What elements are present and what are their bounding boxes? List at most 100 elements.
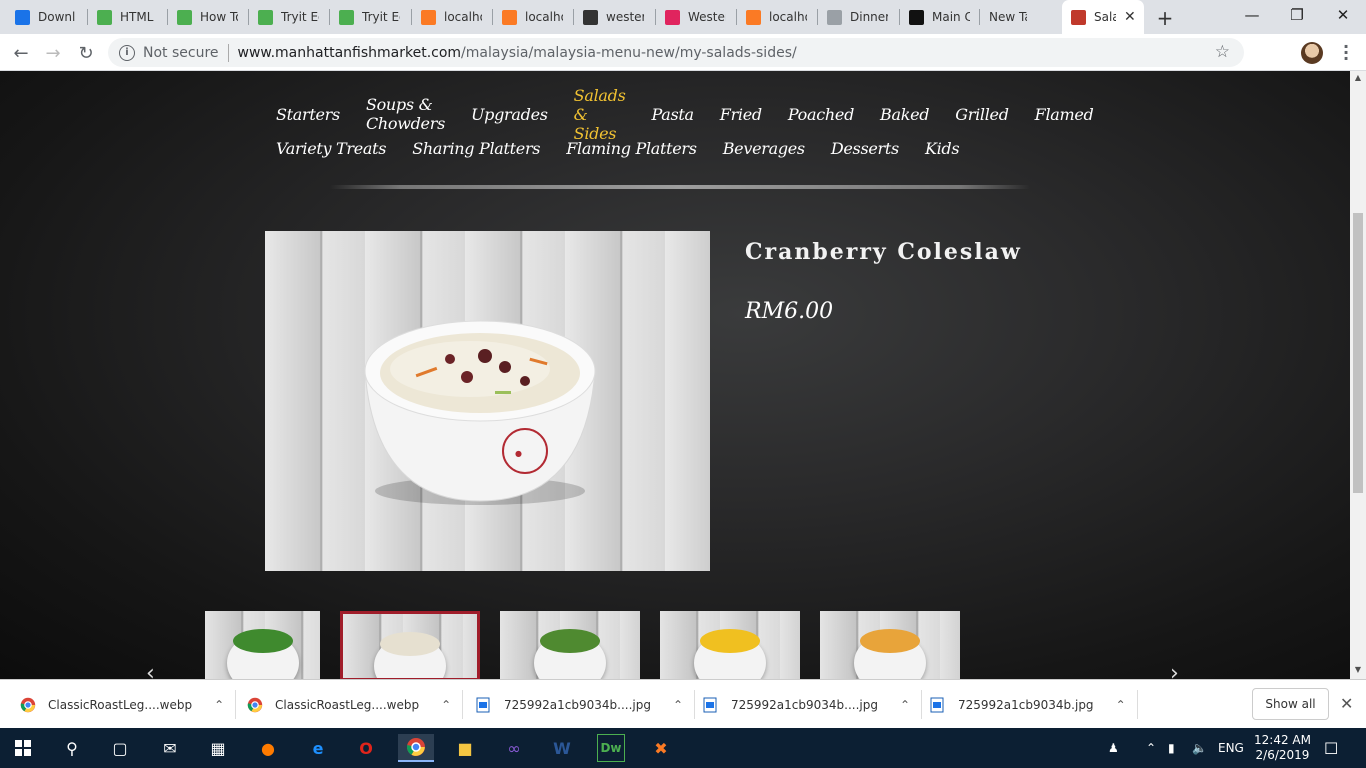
tab[interactable]: HTML R: [88, 0, 168, 34]
thumbnail-coleslaw[interactable]: [340, 611, 480, 679]
chrome-taskbar-icon[interactable]: [398, 734, 434, 762]
menu-item[interactable]: Flamed: [1035, 105, 1094, 124]
mail-icon[interactable]: ✉: [156, 734, 184, 762]
menu-item[interactable]: Variety Treats: [276, 139, 386, 158]
tab[interactable]: Westerr: [656, 0, 737, 34]
back-arrow-icon[interactable]: ←: [8, 40, 34, 66]
menu-item[interactable]: Sharing Platters: [412, 139, 540, 158]
word-icon[interactable]: W: [548, 734, 576, 762]
tray-chevron-icon[interactable]: ⌃: [1146, 728, 1156, 768]
close-tab-icon[interactable]: ✕: [1124, 9, 1136, 25]
bookmark-star-icon[interactable]: ☆: [1215, 42, 1230, 62]
download-icon: [15, 9, 30, 25]
clock[interactable]: 12:42 AM 2/6/2019: [1254, 728, 1311, 768]
show-all-button[interactable]: Show all: [1252, 688, 1329, 720]
menu-item[interactable]: Baked: [880, 105, 930, 124]
tab[interactable]: localho: [493, 0, 574, 34]
menu-item[interactable]: Beverages: [723, 139, 805, 158]
tab[interactable]: Tryit Ed: [249, 0, 330, 34]
dreamweaver-icon[interactable]: Dw: [597, 734, 625, 762]
download-item[interactable]: 725992a1cb9034b....jpg ⌃: [476, 680, 696, 729]
forward-arrow-icon[interactable]: →: [40, 40, 66, 66]
language-indicator[interactable]: ENG: [1218, 728, 1244, 768]
minimize-button[interactable]: —: [1229, 0, 1275, 30]
tab[interactable]: New Tab: [980, 0, 1062, 34]
store-icon[interactable]: ▦: [204, 734, 232, 762]
scrollbar-thumb[interactable]: [1353, 213, 1363, 493]
tab[interactable]: How To: [168, 0, 249, 34]
battery-icon[interactable]: ▮: [1168, 728, 1175, 768]
file-explorer-icon[interactable]: ■: [451, 734, 479, 762]
scroll-down-icon[interactable]: ▼: [1350, 665, 1366, 674]
download-item[interactable]: 725992a1cb9034b.jpg ⌃: [930, 680, 1138, 729]
close-downloads-icon[interactable]: ✕: [1340, 694, 1353, 713]
chevron-up-icon[interactable]: ⌃: [441, 698, 451, 712]
download-filename: 725992a1cb9034b....jpg: [731, 697, 878, 712]
menu-item[interactable]: Soups & Chowders: [366, 95, 445, 133]
menu-item[interactable]: Pasta: [651, 105, 694, 124]
tab[interactable]: localho: [412, 0, 493, 34]
tab[interactable]: Downlo: [6, 0, 88, 34]
download-item[interactable]: ClassicRoastLeg....webp ⌃: [247, 680, 464, 729]
search-icon[interactable]: ⚲: [58, 734, 86, 762]
people-icon[interactable]: ♟: [1108, 728, 1119, 768]
menu-dots-icon[interactable]: · · ·: [1341, 39, 1351, 67]
chevron-up-icon[interactable]: ⌃: [900, 698, 910, 712]
tab[interactable]: westerr: [574, 0, 656, 34]
menu-item[interactable]: Starters: [276, 105, 340, 124]
tab[interactable]: Tryit Ed: [330, 0, 412, 34]
info-icon[interactable]: i: [119, 44, 135, 61]
chevron-up-icon[interactable]: ⌃: [1116, 698, 1126, 712]
menu-item[interactable]: Desserts: [831, 139, 899, 158]
profile-avatar[interactable]: [1301, 42, 1323, 64]
download-separator: [694, 690, 696, 719]
thumbnail-corn[interactable]: [660, 611, 800, 679]
xampp-icon[interactable]: ✖: [647, 734, 675, 762]
thumbnail-salad[interactable]: [500, 611, 640, 679]
dark-site-icon: [583, 9, 598, 25]
w3schools-icon: [177, 9, 192, 25]
image-file-icon: [703, 697, 719, 713]
menu-item[interactable]: Salads & Sides: [574, 86, 626, 143]
chevron-up-icon[interactable]: ⌃: [673, 698, 683, 712]
menu-item[interactable]: Upgrades: [471, 105, 548, 124]
dish-food-image: [860, 629, 920, 653]
maximize-button[interactable]: ❐: [1274, 0, 1320, 30]
tab[interactable]: Main Co: [900, 0, 980, 34]
tab[interactable]: Dinner: [818, 0, 900, 34]
edge-icon[interactable]: e: [304, 734, 332, 762]
download-item[interactable]: 725992a1cb9034b....jpg ⌃: [703, 680, 923, 729]
firefox-icon[interactable]: ●: [254, 734, 282, 762]
download-item[interactable]: ClassicRoastLeg....webp ⌃: [20, 680, 237, 729]
visual-studio-icon[interactable]: ∞: [500, 734, 528, 762]
page-scrollbar[interactable]: ▲ ▼: [1350, 71, 1366, 679]
volume-icon[interactable]: 🔈: [1192, 728, 1207, 768]
tab-title: localho: [444, 10, 482, 24]
scroll-up-icon[interactable]: ▲: [1350, 73, 1366, 82]
opera-icon[interactable]: O: [352, 734, 380, 762]
carousel-prev-arrow-icon[interactable]: ‹: [146, 661, 155, 679]
close-window-button[interactable]: ✕: [1320, 0, 1366, 30]
product-photo: ●: [265, 231, 710, 571]
tab-title: Westerr: [688, 10, 726, 24]
menu-item[interactable]: Kids: [925, 139, 960, 158]
notifications-icon[interactable]: ☐: [1324, 728, 1338, 768]
url-host: www.manhattanfishmarket.com: [237, 44, 462, 61]
tab[interactable]: localho: [737, 0, 818, 34]
address-bar[interactable]: i Not secure www.manhattanfishmarket.com…: [108, 38, 1244, 67]
play-icon: [665, 9, 680, 25]
menu-item[interactable]: Fried: [720, 105, 762, 124]
tab-active[interactable]: Sala ✕: [1062, 0, 1144, 34]
thumbnail-fries[interactable]: [820, 611, 960, 679]
windows-start-icon[interactable]: [9, 734, 37, 762]
thumbnail-vegetables[interactable]: [205, 611, 320, 679]
new-tab-button[interactable]: +: [1154, 6, 1176, 30]
task-view-icon[interactable]: ▢: [106, 734, 134, 762]
menu-item[interactable]: Flaming Platters: [566, 139, 697, 158]
menu-item[interactable]: Grilled: [955, 105, 1009, 124]
carousel-next-arrow-icon[interactable]: ›: [1170, 661, 1179, 679]
reload-icon[interactable]: ↻: [73, 40, 99, 66]
menu-row-1: Starters Soups & Chowders Upgrades Salads &…: [276, 86, 1094, 143]
chevron-up-icon[interactable]: ⌃: [214, 698, 224, 712]
menu-item[interactable]: Poached: [788, 105, 854, 124]
